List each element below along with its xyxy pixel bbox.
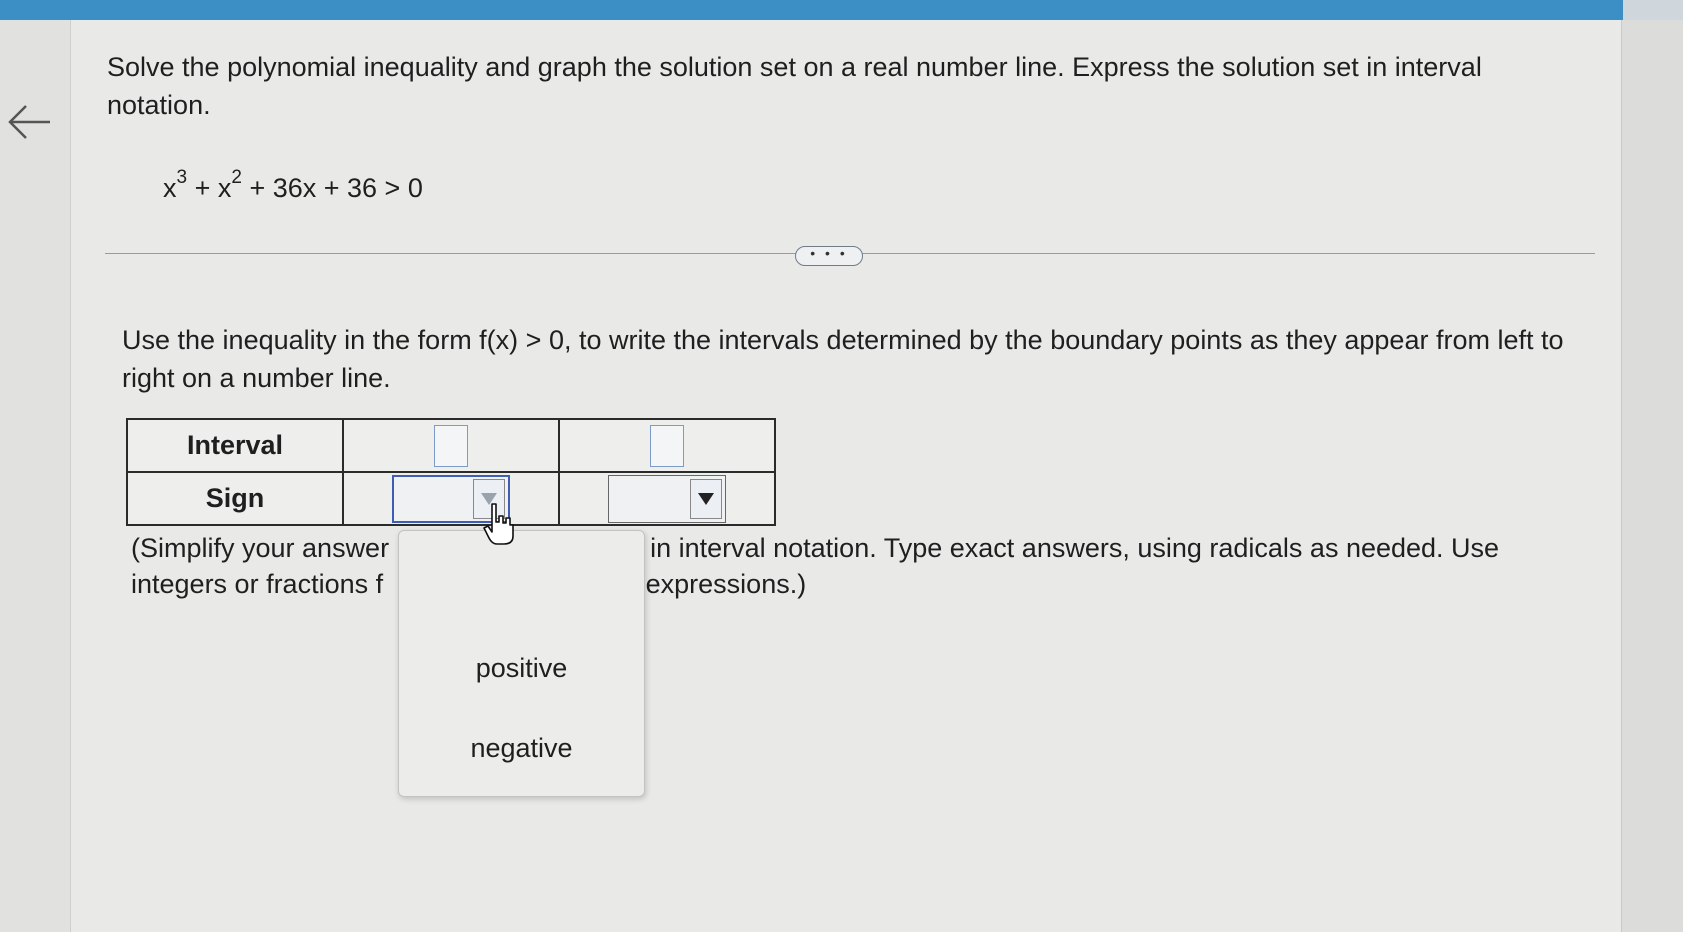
sign-header: Sign (126, 471, 344, 526)
interval-sign-table: Interval Sign (126, 418, 776, 526)
sign-cell-2 (558, 471, 776, 526)
sign-dropdown-menu: positive negative (398, 530, 645, 797)
top-bar (0, 0, 1683, 20)
interval-row: Interval (126, 418, 776, 473)
option-positive[interactable]: positive (399, 653, 644, 684)
sign-select-2[interactable] (608, 474, 726, 523)
show-more-button[interactable]: • • • (795, 246, 863, 266)
option-negative[interactable]: negative (399, 733, 644, 764)
left-arrow-icon[interactable] (6, 102, 52, 142)
question-prompt: Solve the polynomial inequality and grap… (107, 52, 1482, 120)
left-nav-strip (0, 20, 71, 932)
hand-cursor-icon (483, 503, 514, 545)
answer-instructions: (Simplify your answer s in interval notat… (131, 533, 1500, 599)
dropdown-arrow-icon[interactable] (690, 478, 722, 519)
interval-cell-2 (558, 418, 776, 473)
sign-cell-1 (342, 471, 560, 526)
interval-input-2[interactable] (650, 424, 684, 467)
sign-row: Sign (126, 471, 776, 526)
interval-input-1[interactable] (434, 424, 468, 467)
more-dots-icon: • • • (810, 245, 848, 261)
interval-header: Interval (126, 418, 344, 473)
top-bar-edge (1623, 0, 1683, 20)
right-strip (1621, 20, 1683, 932)
interval-cell-1 (342, 418, 560, 473)
inequality-expression: x3 + x2 + 36x + 36 > 0 (163, 167, 423, 203)
step-instruction: Use the inequality in the form f(x) > 0,… (122, 325, 1564, 393)
